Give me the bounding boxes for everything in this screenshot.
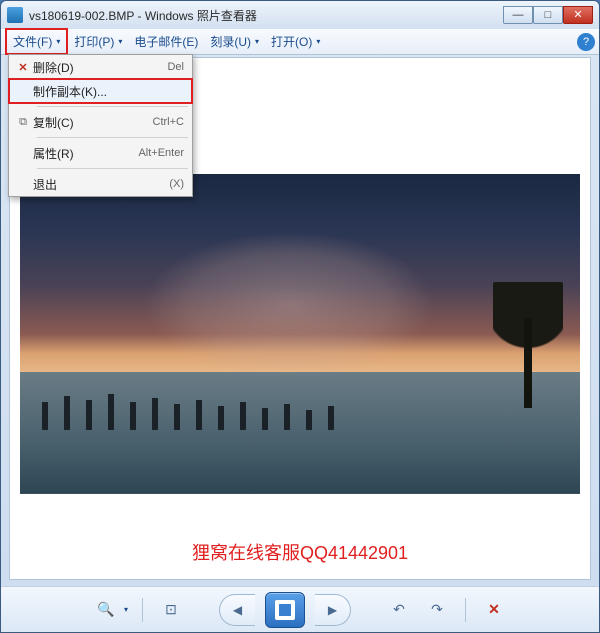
rotate-right-button[interactable]: ↷ [423, 596, 451, 624]
menubar: 文件(F) ▾ 打印(P) ▾ 电子邮件(E) 刻录(U) ▾ 打开(O) ▾ … [1, 29, 599, 55]
window-title: vs180619-002.BMP - Windows 照片查看器 [29, 7, 503, 24]
menu-item-shortcut: (X) [169, 178, 184, 190]
photo-tree [493, 282, 563, 402]
menu-item-label: 退出 [33, 176, 169, 193]
menu-item-label: 复制(C) [33, 114, 153, 131]
next-icon: ▶ [328, 603, 337, 617]
chevron-down-icon: ▾ [255, 37, 259, 46]
menu-item-label: 制作副本(K)... [33, 83, 184, 100]
chevron-down-icon: ▾ [118, 37, 122, 46]
menu-print[interactable]: 打印(P) ▾ [68, 30, 128, 53]
menu-item-shortcut: Ctrl+C [153, 116, 184, 128]
maximize-button[interactable]: □ [533, 6, 563, 24]
menu-item-shortcut: Alt+Enter [138, 147, 184, 159]
slideshow-button[interactable] [265, 592, 305, 628]
menu-burn[interactable]: 刻录(U) ▾ [204, 30, 265, 53]
toolbar-separator [465, 598, 466, 622]
chevron-down-icon: ▾ [56, 37, 60, 46]
previous-button[interactable]: ◀ [219, 594, 255, 626]
close-button[interactable]: ✕ [563, 6, 593, 24]
titlebar[interactable]: vs180619-002.BMP - Windows 照片查看器 — □ ✕ [1, 1, 599, 29]
app-icon [7, 7, 23, 23]
rotate-left-button[interactable]: ↶ [385, 596, 413, 624]
next-button[interactable]: ▶ [315, 594, 351, 626]
prev-icon: ◀ [233, 603, 242, 617]
menu-print-label: 打印(P) [74, 33, 114, 50]
menu-item-label: 删除(D) [33, 59, 167, 76]
menu-item-delete[interactable]: ✕ 删除(D) Del [9, 55, 192, 79]
menu-divider [37, 137, 188, 138]
watermark-caption: 狸窝在线客服QQ41442901 [10, 529, 590, 579]
menu-item-label: 属性(R) [33, 145, 138, 162]
photo-face-overlay [121, 199, 457, 410]
window-controls: — □ ✕ [503, 7, 593, 24]
menu-file-label: 文件(F) [13, 33, 52, 50]
delete-photo-button[interactable]: ✕ [480, 596, 508, 624]
help-button[interactable]: ? [577, 33, 595, 51]
menu-item-make-copy[interactable]: 制作副本(K)... [9, 79, 192, 103]
menu-open-label: 打开(O) [271, 33, 312, 50]
menu-burn-label: 刻录(U) [210, 33, 251, 50]
menu-divider [37, 168, 188, 169]
file-dropdown-menu: ✕ 删除(D) Del 制作副本(K)... ⧉ 复制(C) Ctrl+C 属性… [8, 54, 193, 197]
bottom-toolbar: 🔍 ▾ ⊡ ◀ ▶ ↶ ↷ ✕ [1, 586, 599, 632]
menu-open[interactable]: 打开(O) ▾ [265, 30, 326, 53]
slideshow-icon [275, 600, 295, 620]
menu-email-label: 电子邮件(E) [134, 33, 198, 50]
app-window: vs180619-002.BMP - Windows 照片查看器 — □ ✕ 文… [0, 0, 600, 633]
menu-divider [37, 106, 188, 107]
chevron-down-icon: ▾ [316, 37, 320, 46]
delete-icon: ✕ [13, 61, 33, 74]
menu-file[interactable]: 文件(F) ▾ [5, 28, 68, 55]
zoom-controls: 🔍 ▾ [92, 596, 128, 624]
menu-email[interactable]: 电子邮件(E) [128, 30, 204, 53]
minimize-button[interactable]: — [503, 6, 533, 24]
menu-item-shortcut: Del [167, 61, 184, 73]
menu-item-copy[interactable]: ⧉ 复制(C) Ctrl+C [9, 110, 192, 134]
menu-item-properties[interactable]: 属性(R) Alt+Enter [9, 141, 192, 165]
chevron-down-icon[interactable]: ▾ [124, 605, 128, 614]
zoom-button[interactable]: 🔍 [92, 596, 120, 624]
displayed-photo [20, 174, 580, 494]
toolbar-separator [142, 598, 143, 622]
fit-window-button[interactable]: ⊡ [157, 596, 185, 624]
copy-icon: ⧉ [13, 116, 33, 129]
menu-item-exit[interactable]: 退出 (X) [9, 172, 192, 196]
